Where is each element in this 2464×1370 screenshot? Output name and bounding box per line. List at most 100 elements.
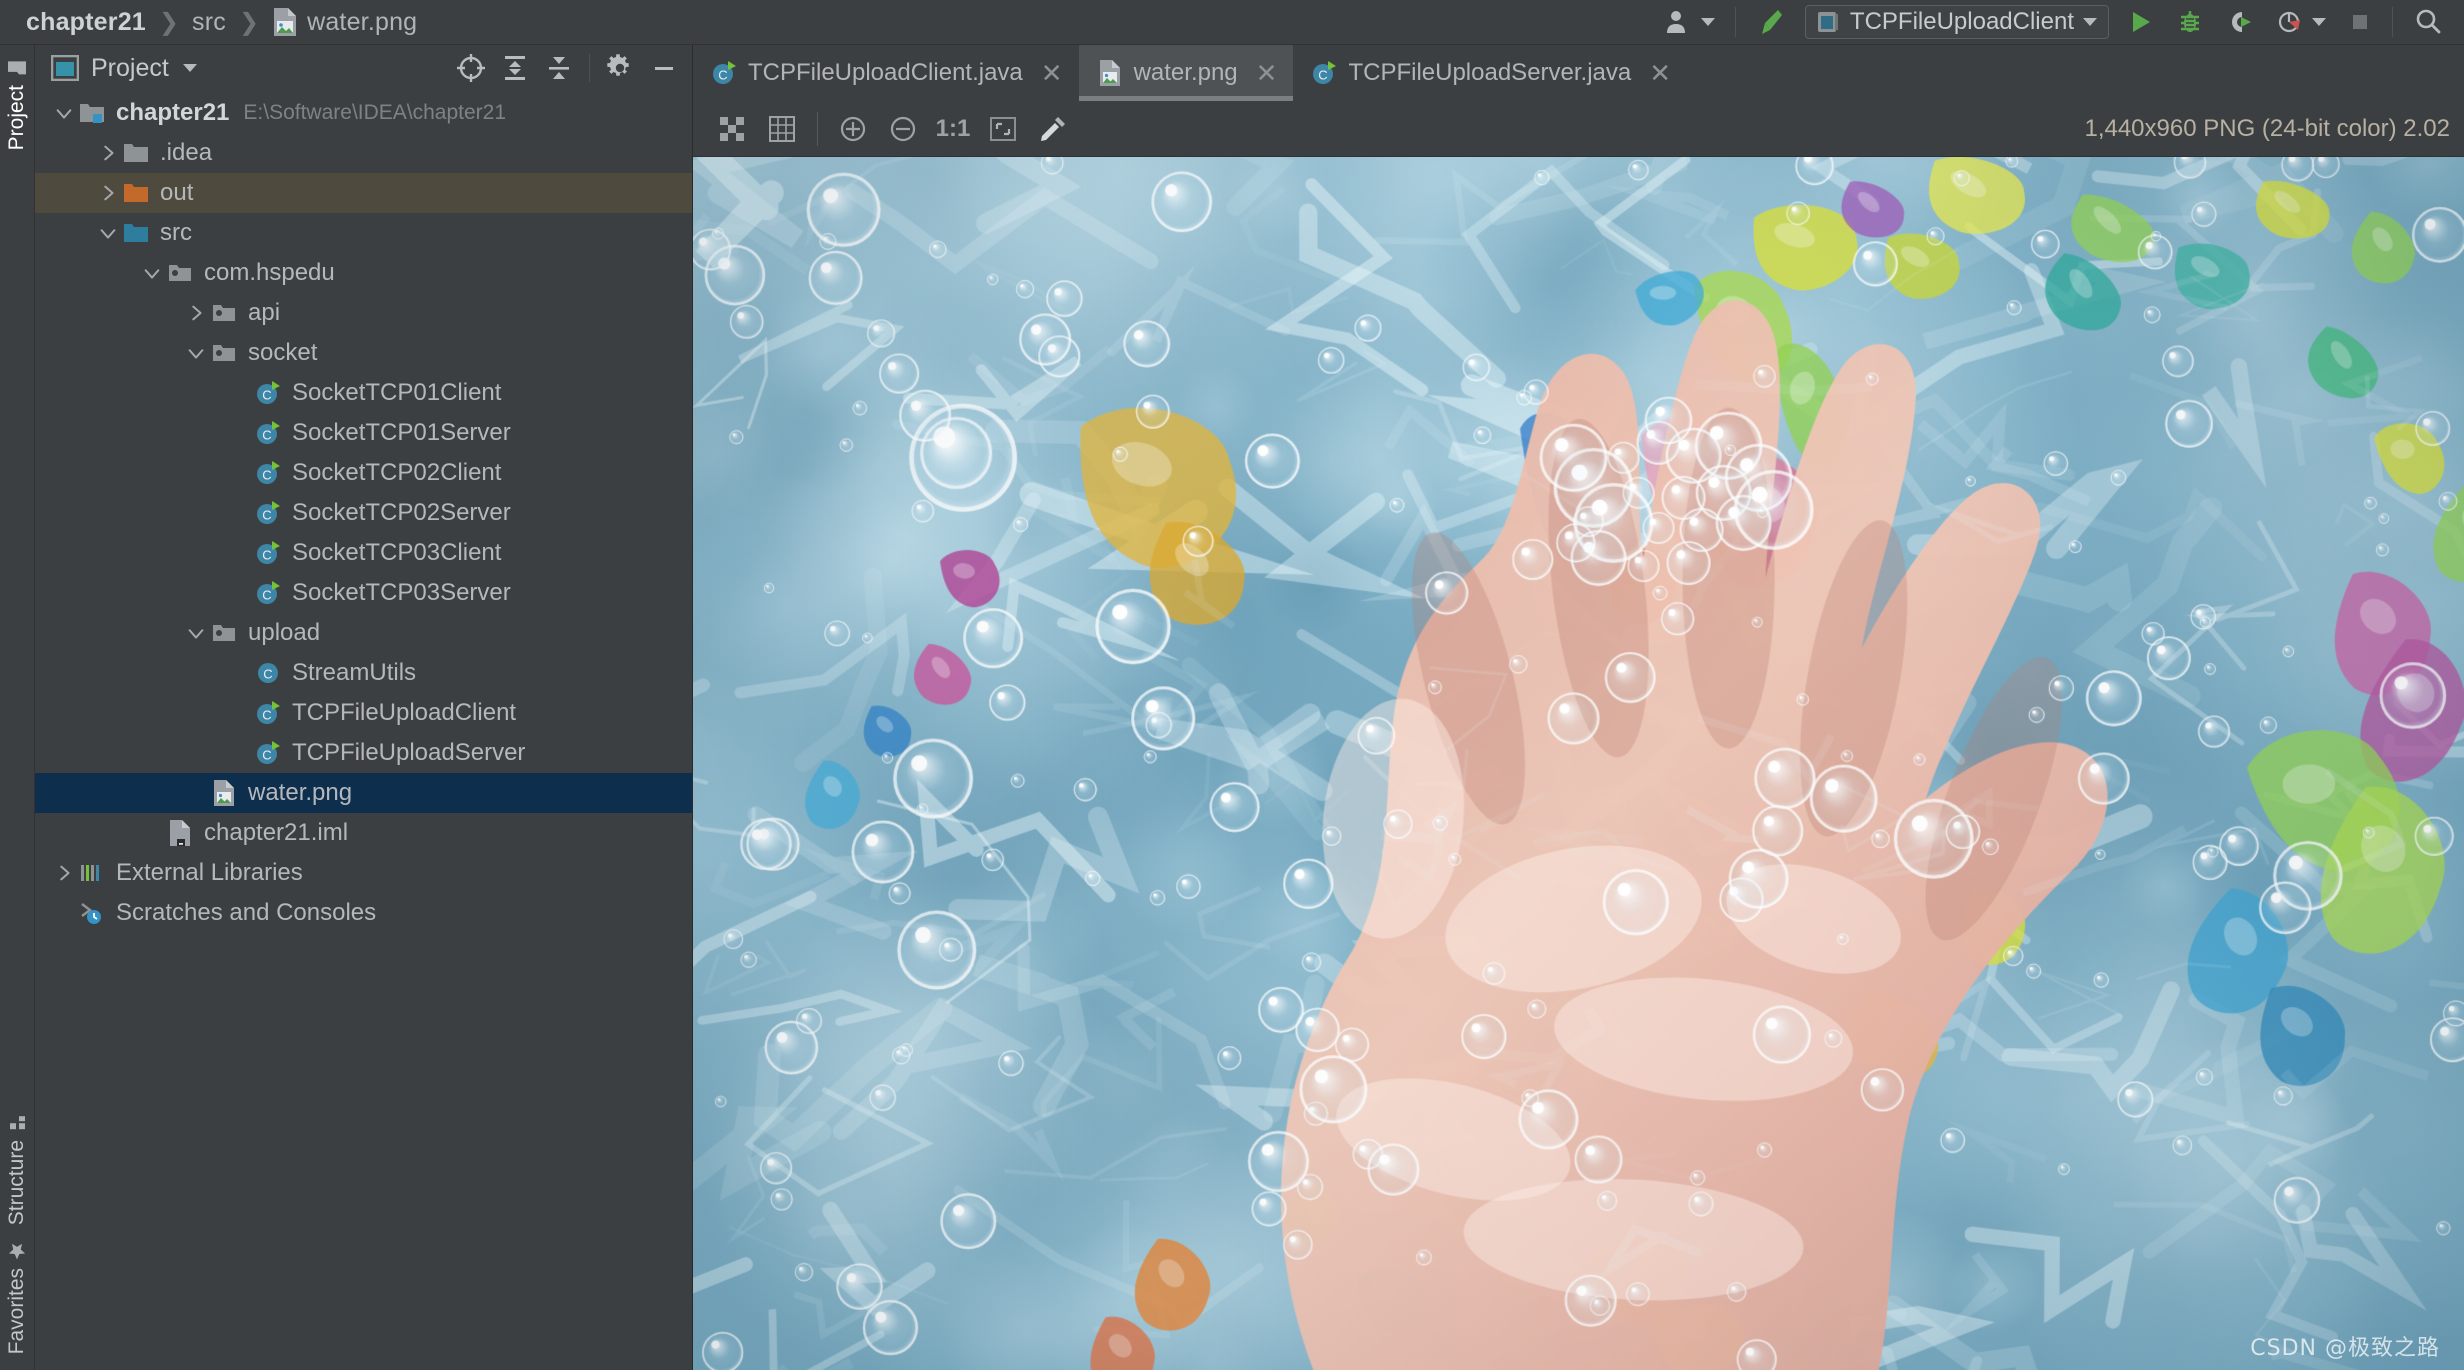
tree-row[interactable]: api	[35, 293, 692, 333]
toggle-grid-button[interactable]	[757, 104, 807, 154]
user-account-button[interactable]	[1653, 0, 1726, 45]
chevron-down-icon[interactable]	[182, 64, 197, 72]
close-icon[interactable]: ✕	[1256, 58, 1278, 89]
breadcrumb-item-src[interactable]: src	[192, 8, 226, 37]
run-button[interactable]	[2115, 0, 2165, 45]
folder-blue-icon	[123, 220, 149, 246]
svg-text:C: C	[718, 68, 727, 83]
tree-arrow-down-icon[interactable]	[53, 102, 75, 124]
editor-tab-label: TCPFileUploadServer.java	[1348, 59, 1632, 86]
tree-arrow-down-icon[interactable]	[97, 222, 119, 244]
close-icon[interactable]: ✕	[1649, 58, 1671, 89]
tree-row[interactable]: water.png	[35, 773, 692, 813]
zoom-in-button[interactable]	[828, 104, 878, 154]
tree-row[interactable]: C SocketTCP03Server	[35, 573, 692, 613]
tree-row[interactable]: upload	[35, 613, 692, 653]
tree-arrow-down-icon[interactable]	[141, 262, 163, 284]
project-panel-title: Project	[91, 53, 169, 82]
collapse-all-button[interactable]	[539, 48, 579, 88]
tree-row[interactable]: C TCPFileUploadServer	[35, 733, 692, 773]
structure-blocks-icon	[10, 1116, 25, 1130]
actual-size-button[interactable]: 1:1	[928, 104, 978, 154]
tree-arrow-right-icon[interactable]	[97, 142, 119, 164]
folder-icon	[123, 140, 149, 166]
image-canvas[interactable]: CSDN @极致之路	[693, 157, 2464, 1370]
java-class-runnable-icon: C	[255, 540, 281, 566]
tree-row-label: com.hspedu	[204, 259, 335, 286]
project-panel-header: Project	[35, 45, 692, 91]
rail-label-structure: Structure	[5, 1140, 28, 1226]
debug-button[interactable]	[2165, 0, 2215, 45]
svg-text:C: C	[262, 428, 271, 443]
tree-row-label: Scratches and Consoles	[116, 899, 377, 926]
editor-tab-label: TCPFileUploadClient.java	[748, 59, 1023, 86]
toggle-transparency-chessboard-button[interactable]	[707, 104, 757, 154]
sidebar-item-favorites[interactable]: Favorites	[5, 1234, 29, 1362]
tree-row[interactable]: .idea	[35, 133, 692, 173]
build-project-button[interactable]	[1745, 0, 1799, 45]
tree-row[interactable]: C SocketTCP01Server	[35, 413, 692, 453]
tree-row-label: api	[248, 299, 281, 326]
tree-row[interactable]: C SocketTCP03Client	[35, 533, 692, 573]
settings-button[interactable]	[600, 48, 640, 88]
project-tree[interactable]: chapter21 E:\Software\IDEA\chapter21 .idea…	[35, 91, 692, 1370]
breadcrumb-item-file[interactable]: water.png	[307, 8, 417, 37]
divider	[817, 111, 818, 146]
svg-text:C: C	[262, 748, 271, 763]
chevron-down-icon[interactable]	[2312, 18, 2326, 26]
editor-tab[interactable]: C TCPFileUploadClient.java ✕	[693, 45, 1079, 101]
run-configuration-selector[interactable]: TCPFileUploadClient	[1804, 5, 2109, 39]
editor-tab[interactable]: water.png ✕	[1078, 45, 1294, 101]
tree-row[interactable]: src	[35, 213, 692, 253]
project-tool-window: Project chapter21 E:\Software\IDEA\chapt…	[35, 45, 693, 1370]
editor-tab[interactable]: C TCPFileUploadServer.java ✕	[1293, 45, 1687, 101]
search-everywhere-button[interactable]	[2402, 0, 2454, 45]
tree-arrow-right-icon[interactable]	[53, 862, 75, 884]
tree-arrow-down-icon[interactable]	[185, 622, 207, 644]
top-bar-actions: TCPFileUploadClient	[1653, 0, 2464, 45]
expand-all-button[interactable]	[495, 48, 535, 88]
tree-row[interactable]: out	[35, 173, 692, 213]
chevron-down-icon[interactable]	[1700, 18, 1715, 26]
image-viewer-toolbar: 1:1 1,440x960 PNG (24-bit color) 2.02	[693, 101, 2464, 157]
tree-row[interactable]: C TCPFileUploadClient	[35, 693, 692, 733]
csdn-watermark: CSDN @极致之路	[2250, 1336, 2440, 1361]
hide-panel-button[interactable]	[644, 48, 684, 88]
tree-row[interactable]: External Libraries	[35, 853, 692, 893]
tree-row[interactable]: chapter21 E:\Software\IDEA\chapter21	[35, 93, 692, 133]
fit-to-window-button[interactable]	[978, 104, 1028, 154]
editor-tabs[interactable]: C TCPFileUploadClient.java ✕ water.png ✕ C TCP…	[693, 45, 2464, 101]
chevron-down-icon[interactable]	[2083, 18, 2097, 26]
tree-row[interactable]: socket	[35, 333, 692, 373]
tree-arrow-right-icon[interactable]	[185, 302, 207, 324]
tree-row[interactable]: chapter21.iml	[35, 813, 692, 853]
close-icon[interactable]: ✕	[1041, 58, 1063, 89]
run-with-coverage-button[interactable]	[2215, 0, 2265, 45]
tree-row[interactable]: C SocketTCP01Client	[35, 373, 692, 413]
package-icon	[211, 620, 237, 646]
zoom-out-button[interactable]	[878, 104, 928, 154]
tree-row-label: socket	[248, 339, 318, 366]
sidebar-item-structure[interactable]: Structure	[5, 1106, 29, 1233]
java-class-runnable-icon: C	[711, 59, 737, 87]
tree-row[interactable]: com.hspedu	[35, 253, 692, 293]
sidebar-item-project[interactable]: Project	[5, 51, 29, 158]
package-icon	[211, 300, 237, 326]
java-class-runnable-icon: C	[255, 700, 281, 726]
select-opened-file-button[interactable]	[451, 48, 491, 88]
tree-row[interactable]: C StreamUtils	[35, 653, 692, 693]
tree-row-label: TCPFileUploadClient	[292, 699, 517, 726]
stop-button[interactable]	[2337, 0, 2383, 45]
profiler-button[interactable]	[2265, 0, 2337, 45]
tree-row[interactable]: C SocketTCP02Server	[35, 493, 692, 533]
libraries-icon	[79, 860, 105, 886]
breadcrumb-item-project[interactable]: chapter21	[26, 8, 146, 37]
project-folder-icon	[8, 61, 26, 74]
tree-row[interactable]: Scratches and Consoles	[35, 893, 692, 933]
tree-arrow-right-icon[interactable]	[97, 182, 119, 204]
svg-text:C: C	[263, 667, 272, 682]
color-picker-button[interactable]	[1028, 104, 1078, 154]
tree-row-label: External Libraries	[116, 859, 303, 886]
tree-row[interactable]: C SocketTCP02Client	[35, 453, 692, 493]
tree-arrow-down-icon[interactable]	[185, 342, 207, 364]
